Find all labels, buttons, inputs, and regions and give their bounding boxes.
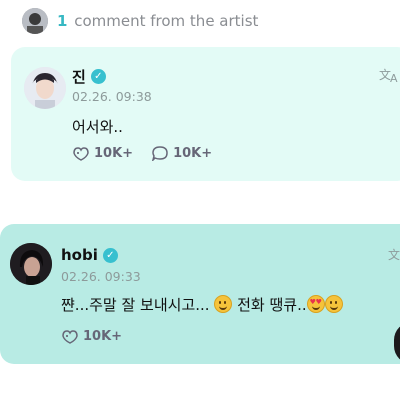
like-button[interactable]: 10K+ [61, 328, 122, 344]
artist-comments-header[interactable]: 1 comment from the artist [0, 0, 400, 44]
like-icon [73, 147, 89, 161]
author-name-text: hobi [61, 246, 98, 264]
like-count: 10K+ [83, 328, 123, 344]
verified-icon: ✓ [90, 69, 106, 84]
heart-eyes-emoji-icon: ♥ ♥ [306, 295, 325, 313]
comment-card[interactable]: hobi ✓ 02.26. 09:33 쨘...주말 잘 보내시고... 전화 … [0, 224, 400, 364]
author-name-text: 진 [72, 68, 86, 86]
smile-emoji-icon [324, 295, 343, 313]
author-name: hobi ✓ [61, 246, 118, 264]
svg-text:文: 文 [388, 247, 400, 262]
verified-icon: ✓ [102, 247, 118, 263]
artist-avatar [22, 8, 48, 34]
smile-emoji-icon [214, 295, 233, 313]
author-name: 진 ✓ [72, 66, 106, 87]
comment-count: 1 [57, 12, 68, 30]
like-icon [62, 330, 78, 344]
translate-icon[interactable]: 文 A [379, 66, 400, 88]
translate-icon[interactable]: 文 [388, 246, 400, 268]
comment-stats: 10K+ [61, 328, 140, 344]
comment-stats: 10K+ 10K+ [72, 145, 230, 161]
reply-button[interactable]: 10K+ [151, 145, 212, 161]
comment-body: 쨘...주말 잘 보내시고... 전화 땡큐.. ♥ ♥ [61, 294, 343, 315]
like-button[interactable]: 10K+ [72, 145, 133, 161]
comment-body-part: 쨘...주말 잘 보내시고... [61, 296, 210, 314]
comment-body-part: 전화 땡큐.. [237, 296, 307, 314]
header-label: 1 comment from the artist [57, 12, 258, 30]
timestamp: 02.26. 09:38 [72, 89, 152, 104]
avatar[interactable] [10, 243, 52, 285]
comment-body: 어서와.. [72, 118, 123, 136]
like-count: 10K+ [94, 145, 134, 161]
timestamp: 02.26. 09:33 [61, 269, 141, 284]
avatar[interactable] [24, 67, 66, 109]
reply-icon [152, 146, 168, 161]
svg-text:A: A [390, 72, 398, 84]
header-text: comment from the artist [74, 12, 259, 30]
reply-count: 10K+ [173, 145, 213, 161]
comment-card[interactable]: 진 ✓ 02.26. 09:38 어서와.. 10K+ 10K+ 文 A [11, 47, 400, 181]
